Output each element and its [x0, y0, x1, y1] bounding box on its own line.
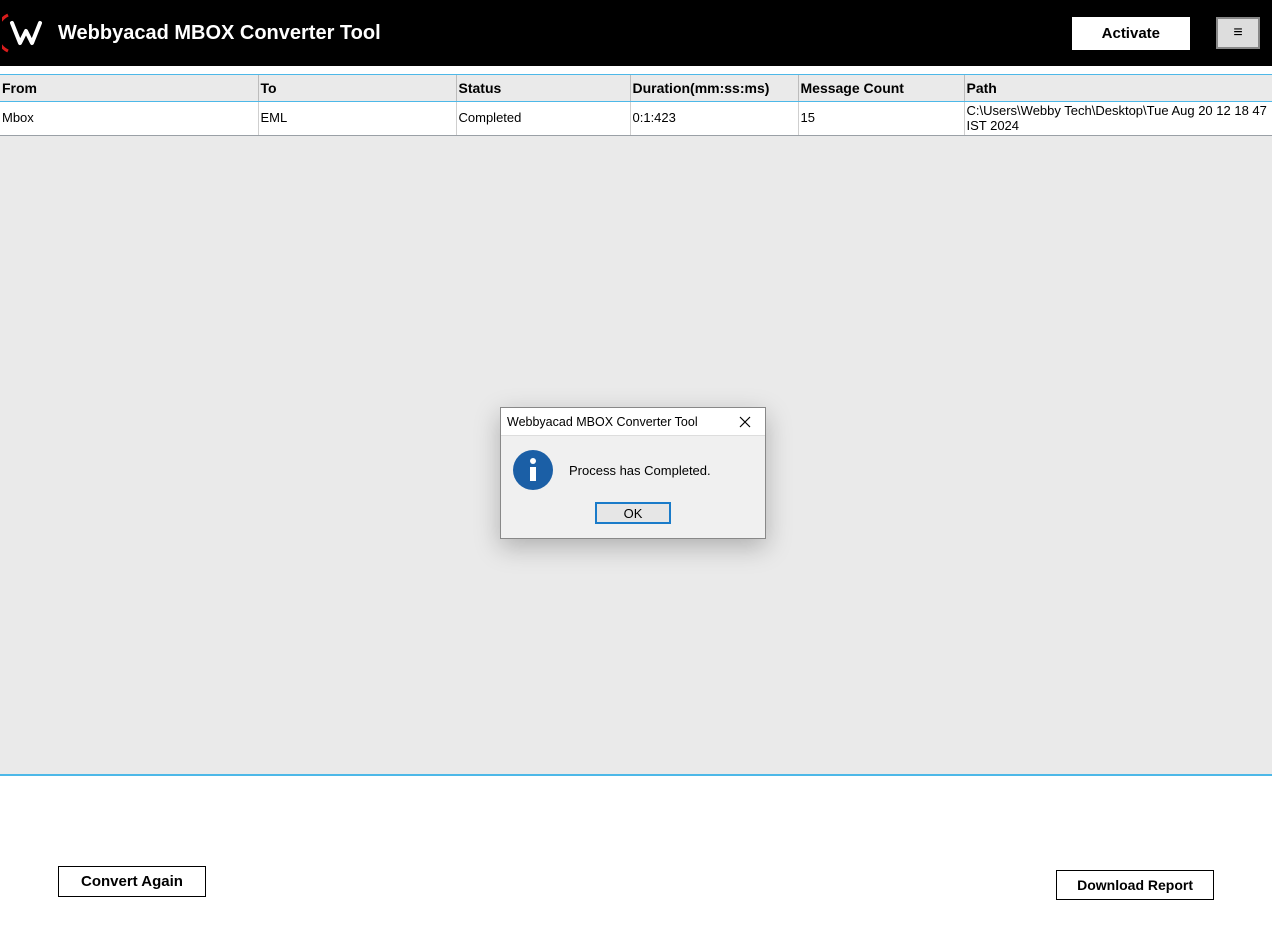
hamburger-icon: ≡: [1233, 24, 1242, 42]
cell-count: 15: [798, 101, 964, 135]
info-icon: [513, 450, 553, 490]
completion-dialog: Webbyacad MBOX Converter Tool Process ha…: [500, 407, 766, 539]
header-gap: [0, 66, 1272, 74]
cell-path: C:\Users\Webby Tech\Desktop\Tue Aug 20 1…: [964, 101, 1272, 135]
activate-button[interactable]: Activate: [1072, 17, 1190, 50]
cell-duration: 0:1:423: [630, 101, 798, 135]
dialog-close-button[interactable]: [725, 408, 765, 436]
dialog-body: Process has Completed.: [501, 436, 765, 498]
results-table: From To Status Duration(mm:ss:ms) Messag…: [0, 75, 1272, 136]
app-logo-icon: [2, 9, 50, 57]
col-header-status[interactable]: Status: [456, 75, 630, 101]
app-title: Webbyacad MBOX Converter Tool: [58, 22, 381, 45]
close-icon: [739, 416, 751, 428]
footer-area: Convert Again Download Report: [0, 776, 1272, 943]
ok-button[interactable]: OK: [595, 502, 671, 524]
table-header-row: From To Status Duration(mm:ss:ms) Messag…: [0, 75, 1272, 101]
dialog-titlebar[interactable]: Webbyacad MBOX Converter Tool: [501, 408, 765, 436]
col-header-duration[interactable]: Duration(mm:ss:ms): [630, 75, 798, 101]
cell-from: Mbox: [0, 101, 258, 135]
cell-status: Completed: [456, 101, 630, 135]
app-header: Webbyacad MBOX Converter Tool Activate ≡: [0, 0, 1272, 66]
logo-wrap: Webbyacad MBOX Converter Tool: [0, 9, 381, 57]
results-table-wrap: From To Status Duration(mm:ss:ms) Messag…: [0, 74, 1272, 136]
col-header-from[interactable]: From: [0, 75, 258, 101]
dialog-footer: OK: [501, 498, 765, 538]
menu-button[interactable]: ≡: [1216, 17, 1260, 49]
table-row[interactable]: Mbox EML Completed 0:1:423 15 C:\Users\W…: [0, 101, 1272, 135]
cell-to: EML: [258, 101, 456, 135]
col-header-path[interactable]: Path: [964, 75, 1272, 101]
dialog-message: Process has Completed.: [569, 463, 711, 478]
convert-again-button[interactable]: Convert Again: [58, 866, 206, 897]
dialog-title-text: Webbyacad MBOX Converter Tool: [507, 415, 725, 429]
col-header-count[interactable]: Message Count: [798, 75, 964, 101]
col-header-to[interactable]: To: [258, 75, 456, 101]
download-report-button[interactable]: Download Report: [1056, 870, 1214, 900]
